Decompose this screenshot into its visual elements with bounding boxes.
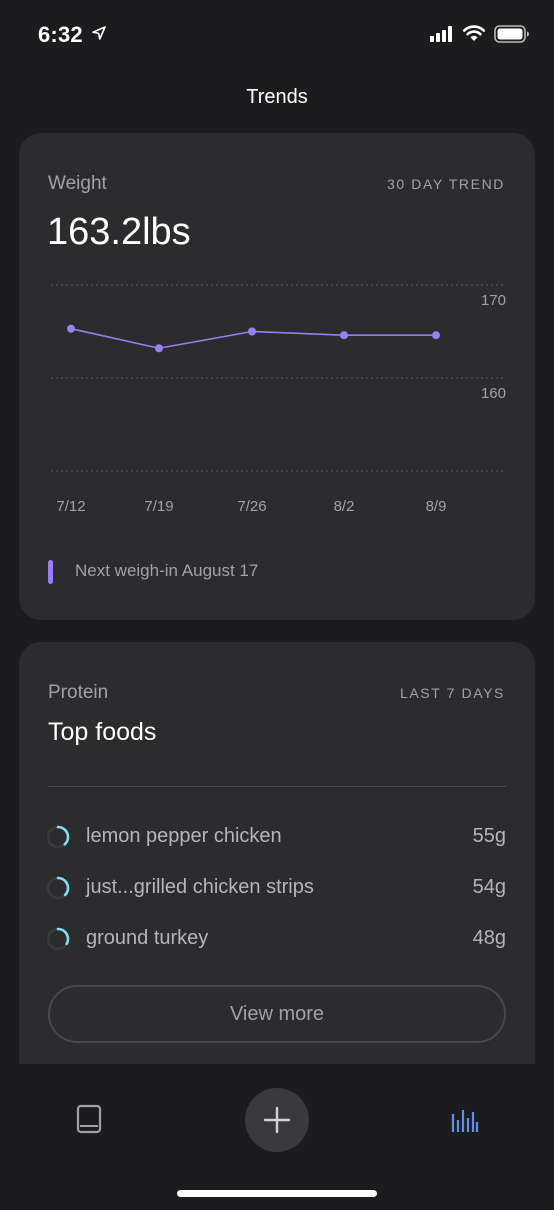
status-time: 6:32 [38, 22, 83, 47]
wifi-icon [462, 25, 486, 41]
tab-bar [0, 1064, 554, 1210]
food-row[interactable]: ground turkey 48g [46, 922, 506, 956]
weigh-in-marker [48, 560, 53, 584]
weight-data-point [248, 327, 256, 336]
protein-card: Protein LAST 7 DAYS Top foods lemon pepp… [19, 642, 535, 1082]
book-icon[interactable] [76, 1104, 102, 1136]
progress-ring-icon [46, 876, 70, 900]
trends-screen: 6:32 Trends Weight 30 DAY TREND 163.2lbs… [0, 0, 554, 1210]
protein-range-tag: LAST 7 DAYS [399, 685, 505, 701]
next-weigh-in-text: Next weigh-in August 17 [75, 561, 259, 580]
battery-icon [494, 25, 529, 43]
protein-label: Protein [48, 682, 109, 703]
y-tick-label: 160 [481, 385, 506, 402]
x-tick-label: 8/9 [426, 498, 447, 515]
progress-ring-icon [46, 927, 70, 951]
plus-icon [263, 1106, 291, 1134]
x-tick-label: 7/12 [56, 498, 85, 515]
weight-trend-tag: 30 DAY TREND [386, 176, 505, 192]
cellular-signal-icon [430, 26, 452, 42]
food-amount: 54g [472, 876, 506, 898]
progress-ring-icon [46, 825, 70, 849]
page-title: Trends [246, 86, 308, 108]
x-tick-label: 8/2 [334, 498, 355, 515]
y-tick-label: 170 [481, 292, 506, 309]
view-more-button[interactable]: View more [48, 985, 506, 1043]
status-bar: 6:32 [0, 0, 554, 70]
weight-data-point [155, 344, 163, 353]
weight-card[interactable]: Weight 30 DAY TREND 163.2lbs 170 160 7/12 7… [19, 133, 535, 620]
food-name: just...grilled chicken strips [86, 876, 314, 898]
food-name: lemon pepper chicken [86, 825, 282, 847]
location-arrow-icon [92, 26, 106, 40]
food-amount: 55g [472, 825, 506, 847]
bar-chart-icon[interactable] [451, 1106, 479, 1134]
weight-label: Weight [48, 173, 107, 194]
x-tick-label: 7/26 [237, 498, 266, 515]
home-indicator [177, 1190, 377, 1197]
food-row[interactable]: just...grilled chicken strips 54g [46, 871, 506, 905]
weight-data-point [340, 331, 348, 340]
x-tick-label: 7/19 [144, 498, 173, 515]
food-row[interactable]: lemon pepper chicken 55g [46, 820, 506, 854]
food-amount: 48g [472, 927, 506, 949]
weight-value: 163.2lbs [47, 211, 191, 253]
weight-data-point [432, 331, 440, 340]
add-button[interactable] [245, 1088, 309, 1152]
divider [48, 786, 506, 787]
food-name: ground turkey [86, 927, 209, 949]
weight-data-point [67, 324, 75, 333]
top-foods-title: Top foods [48, 718, 157, 746]
weight-trend-chart: 170 160 7/12 7/19 7/26 8/2 8/9 [51, 284, 506, 515]
